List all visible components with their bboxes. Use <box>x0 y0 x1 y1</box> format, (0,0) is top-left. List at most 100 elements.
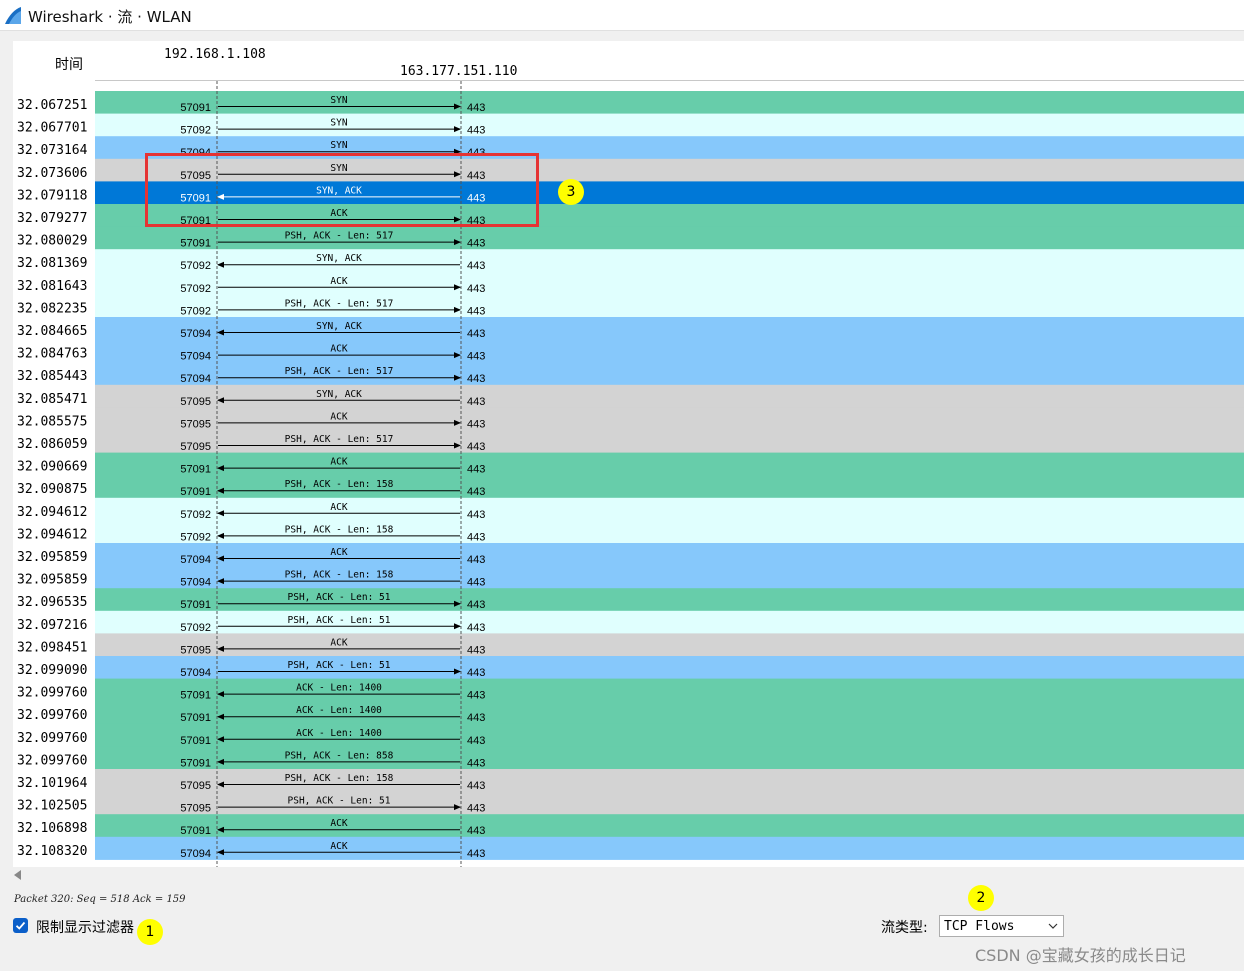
flow-row-band <box>95 249 1244 273</box>
flow-src-port: 57095 <box>180 780 211 792</box>
flow-row-time: 32.106898 <box>17 821 87 836</box>
flow-src-port: 57094 <box>180 848 211 860</box>
flow-dst-port: 443 <box>467 373 485 385</box>
flow-row-band <box>95 520 1244 544</box>
flow-dst-port: 443 <box>467 238 485 250</box>
flow-type-select[interactable]: TCP Flows <box>939 915 1064 937</box>
flow-arrow-label: ACK <box>330 276 347 287</box>
flow-row-band <box>95 678 1244 702</box>
flow-src-port: 57091 <box>180 464 211 476</box>
flow-row-time: 32.099760 <box>17 731 87 746</box>
flow-src-port: 57091 <box>180 712 211 724</box>
flow-dst-port: 443 <box>467 780 485 792</box>
flow-src-port: 57091 <box>180 486 211 498</box>
flow-arrow-label: PSH, ACK - Len: 158 <box>285 773 394 784</box>
limit-filter-label[interactable]: 限制显示过滤器 <box>36 917 134 937</box>
flow-dst-port: 443 <box>467 531 485 543</box>
flow-dst-port: 443 <box>467 102 485 114</box>
flow-dst-port: 443 <box>467 418 485 430</box>
flow-arrow-label: ACK - Len: 1400 <box>296 683 382 694</box>
flow-dst-port: 443 <box>467 283 485 295</box>
flow-src-port: 57092 <box>180 125 211 137</box>
flow-arrow-label: ACK <box>330 344 347 355</box>
flow-src-port: 57091 <box>180 757 211 769</box>
flow-row-band <box>95 836 1244 860</box>
flow-src-port: 57094 <box>180 554 211 566</box>
flow-src-port: 57092 <box>180 531 211 543</box>
flow-dst-port: 443 <box>467 509 485 521</box>
flow-row-time: 32.096535 <box>17 595 87 610</box>
scroll-left-arrow[interactable] <box>14 870 21 880</box>
flow-row-band <box>95 543 1244 567</box>
annotation-marker-3: 3 <box>558 179 584 205</box>
limit-filter-checkbox[interactable] <box>13 918 28 933</box>
flow-row-band <box>95 475 1244 499</box>
flow-row-band <box>95 497 1244 521</box>
flow-src-port: 57095 <box>180 644 211 656</box>
annotation-marker-1: 1 <box>137 919 163 945</box>
title-bar: Wireshark · 流 · WLAN <box>0 0 1244 31</box>
flow-row-band <box>95 746 1244 770</box>
flow-src-port: 57094 <box>180 577 211 589</box>
flow-dst-port: 443 <box>467 690 485 702</box>
flow-dst-port: 443 <box>467 825 485 837</box>
flow-src-port: 57094 <box>180 373 211 385</box>
flow-row-time: 32.099090 <box>17 663 87 678</box>
flow-src-port: 57091 <box>180 599 211 611</box>
packet-info-text: Packet 320: Seq = 518 Ack = 159 <box>14 894 186 905</box>
flow-row-band <box>95 430 1244 454</box>
flow-row-time: 32.108320 <box>17 844 87 859</box>
flow-src-port: 57092 <box>180 622 211 634</box>
flow-arrow-label: SYN, ACK <box>316 321 362 332</box>
flow-dst-port: 443 <box>467 328 485 340</box>
flow-row-time: 32.085575 <box>17 414 87 429</box>
flow-row-band <box>95 294 1244 318</box>
flow-row-time: 32.099760 <box>17 753 87 768</box>
flow-type-value: TCP Flows <box>944 919 1015 934</box>
flow-dst-port: 443 <box>467 712 485 724</box>
wireshark-fin-icon <box>5 7 21 24</box>
flow-row-band <box>95 384 1244 408</box>
watermark: CSDN @宝藏女孩的成长日记 <box>975 946 1186 965</box>
flow-row-time: 32.099760 <box>17 686 87 701</box>
flow-row-time: 32.101964 <box>17 776 88 791</box>
flow-arrow-label: ACK - Len: 1400 <box>296 705 382 716</box>
flow-row-time: 32.090875 <box>17 482 87 497</box>
flow-arrow-label: SYN, ACK <box>316 253 362 264</box>
flow-dst-port: 443 <box>467 577 485 589</box>
flow-arrow-label: PSH, ACK - Len: 517 <box>285 366 394 377</box>
flow-arrow-label: ACK <box>330 818 347 829</box>
flow-row-time: 32.099760 <box>17 708 87 723</box>
flow-src-port: 57094 <box>180 667 211 679</box>
flow-dst-port: 443 <box>467 554 485 566</box>
annotation-marker-2: 2 <box>968 885 994 911</box>
flow-row-band <box>95 452 1244 476</box>
flow-src-port: 57091 <box>180 735 211 747</box>
flow-arrow-label: PSH, ACK - Len: 51 <box>288 796 391 807</box>
flow-arrow-label: PSH, ACK - Len: 51 <box>288 615 391 626</box>
flow-src-port: 57091 <box>180 238 211 250</box>
flow-row-band <box>95 339 1244 363</box>
flow-row-band <box>95 226 1244 250</box>
chevron-down-icon <box>1048 923 1058 929</box>
flow-row-time: 32.084665 <box>17 324 87 339</box>
flow-dst-port: 443 <box>467 260 485 272</box>
flow-src-port: 57091 <box>180 102 211 114</box>
flow-arrow-label: ACK <box>330 502 347 513</box>
flow-row-time: 32.094612 <box>17 505 87 520</box>
flow-dst-port: 443 <box>467 644 485 656</box>
flow-row-band <box>95 610 1244 634</box>
flow-arrow-label: SYN, ACK <box>316 389 362 400</box>
flow-arrow-label: PSH, ACK - Len: 517 <box>285 298 394 309</box>
flow-dst-port: 443 <box>467 757 485 769</box>
flow-row-time: 32.067701 <box>17 121 87 136</box>
flow-src-port: 57095 <box>180 803 211 815</box>
flow-src-port: 57092 <box>180 305 211 317</box>
highlight-box <box>145 153 539 227</box>
flow-row-time: 32.084763 <box>17 347 87 362</box>
flow-row-time: 32.079277 <box>17 211 87 226</box>
flow-arrow-label: ACK <box>330 457 347 468</box>
flow-dst-port: 443 <box>467 803 485 815</box>
flow-src-port: 57094 <box>180 328 211 340</box>
flow-row-time: 32.079118 <box>17 188 87 203</box>
